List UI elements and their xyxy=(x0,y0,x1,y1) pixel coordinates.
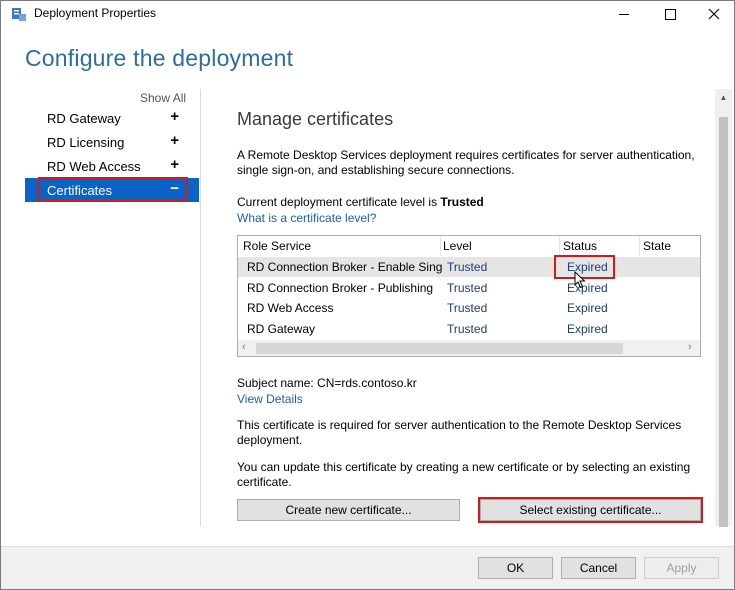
minimize-icon xyxy=(619,13,629,15)
vertical-scrollbar[interactable]: ▲ xyxy=(715,89,732,527)
nav-item-label: RD Licensing xyxy=(47,134,125,150)
apply-button[interactable]: Apply xyxy=(644,557,719,579)
scroll-up-arrow-icon[interactable]: ▲ xyxy=(715,89,732,106)
role-cell: RD Connection Broker - Publishing xyxy=(247,281,434,295)
column-divider[interactable] xyxy=(639,236,640,256)
column-divider[interactable] xyxy=(559,236,560,256)
ok-button[interactable]: OK xyxy=(478,557,553,579)
scroll-left-icon[interactable]: ‹ xyxy=(242,341,246,353)
server-manager-icon xyxy=(12,8,26,21)
select-existing-highlight-box xyxy=(478,497,703,523)
window-title: Deployment Properties xyxy=(34,6,157,20)
expand-icon: + xyxy=(170,156,179,173)
subject-name: Subject name: CN=rds.contoso.kr xyxy=(237,376,417,390)
maximize-icon xyxy=(664,8,676,20)
role-cell: RD Gateway xyxy=(247,322,316,336)
create-new-certificate-button[interactable]: Create new certificate... xyxy=(237,499,460,521)
maximize-button[interactable] xyxy=(647,1,693,27)
page-title: Configure the deployment xyxy=(25,45,294,71)
column-header-state[interactable]: State xyxy=(643,239,671,253)
level-cell: Trusted xyxy=(447,260,488,274)
cancel-button[interactable]: Cancel xyxy=(561,557,636,579)
role-cell: RD Connection Broker - Enable Single Sig… xyxy=(247,260,443,274)
nav-item-rd-web-access[interactable]: RD Web Access + xyxy=(25,154,199,178)
nav-item-rd-gateway[interactable]: RD Gateway + xyxy=(25,106,199,130)
minimize-button[interactable] xyxy=(601,1,647,27)
deployment-properties-window: Deployment Properties Configure the depl… xyxy=(0,0,735,590)
level-cell: Trusted xyxy=(447,301,488,315)
scroll-thumb[interactable] xyxy=(719,117,728,527)
expand-icon: + xyxy=(170,108,179,125)
level-prefix: Current deployment certificate level is xyxy=(237,195,441,209)
table-row[interactable]: RD Gateway Trusted Expired xyxy=(238,319,700,339)
column-header-role-service[interactable]: Role Service xyxy=(243,239,311,253)
expand-icon: + xyxy=(170,132,179,149)
nav-item-label: RD Gateway xyxy=(47,110,121,126)
certificates-highlight-box xyxy=(38,177,188,202)
scroll-right-icon[interactable]: › xyxy=(688,341,692,353)
role-cell: RD Web Access xyxy=(247,301,334,315)
column-header-level[interactable]: Level xyxy=(443,239,472,253)
column-divider[interactable] xyxy=(440,236,441,256)
table-row[interactable]: RD Connection Broker - Enable Single Sig… xyxy=(238,257,700,277)
close-icon xyxy=(708,8,720,20)
mouse-cursor-icon xyxy=(574,271,586,289)
view-details-link[interactable]: View Details xyxy=(237,392,303,407)
certificates-table: Role Service Level Status State RD Conne… xyxy=(237,235,701,357)
table-row[interactable]: RD Connection Broker - Publishing Truste… xyxy=(238,278,700,298)
status-cell: Expired xyxy=(567,301,608,315)
nav-item-rd-licensing[interactable]: RD Licensing + xyxy=(25,130,199,154)
level-cell: Trusted xyxy=(447,281,488,295)
update-text: You can update this certificate by creat… xyxy=(237,460,691,489)
panel-divider xyxy=(200,89,201,526)
close-button[interactable] xyxy=(691,1,734,27)
certificate-level-link[interactable]: What is a certificate level? xyxy=(237,211,376,226)
level-cell: Trusted xyxy=(447,322,488,336)
section-title: Manage certificates xyxy=(237,109,394,129)
table-row[interactable]: RD Web Access Trusted Expired xyxy=(238,298,700,318)
horizontal-scroll-thumb[interactable] xyxy=(256,343,623,354)
status-cell: Expired xyxy=(567,322,608,336)
certificate-level-line: Current deployment certificate level is … xyxy=(237,195,484,210)
intro-text: A Remote Desktop Services deployment req… xyxy=(237,148,695,177)
title-bar: Deployment Properties xyxy=(1,1,734,27)
level-value: Trusted xyxy=(440,195,484,209)
horizontal-scrollbar[interactable]: ‹ › xyxy=(238,340,700,356)
required-text: This certificate is required for server … xyxy=(237,418,682,447)
column-header-status[interactable]: Status xyxy=(563,239,597,253)
table-header: Role Service Level Status State xyxy=(238,236,700,256)
dialog-footer: OK Cancel Apply xyxy=(1,546,734,589)
nav-item-label: RD Web Access xyxy=(47,158,141,174)
show-all-link[interactable]: Show All xyxy=(140,91,186,105)
